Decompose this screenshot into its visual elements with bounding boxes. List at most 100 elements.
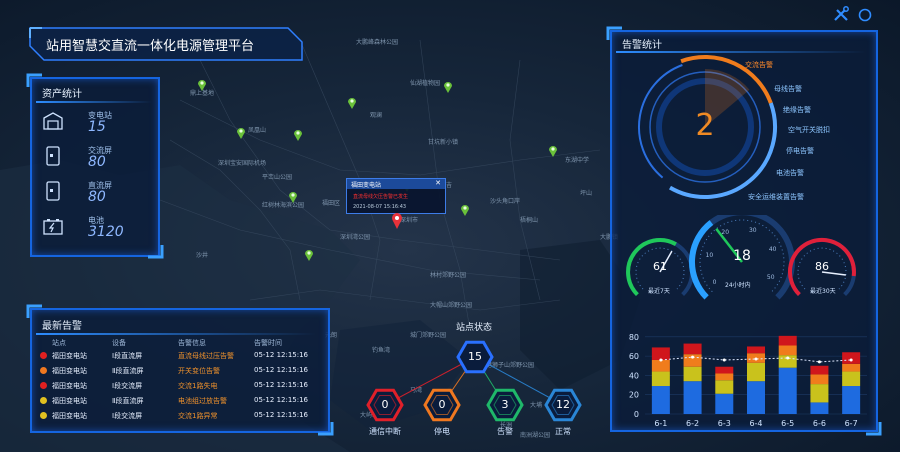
trend-point <box>659 358 663 362</box>
map-place-label: 观澜 <box>370 112 383 119</box>
map-pin-icon[interactable] <box>288 190 298 204</box>
map-pin-icon[interactable] <box>347 96 357 110</box>
map-place-label: 沙井 <box>196 252 209 259</box>
gauge-value: 86 <box>815 260 829 273</box>
status-label: 告警 <box>497 427 513 436</box>
map-pin-icon[interactable] <box>197 78 207 92</box>
map-pin-icon[interactable] <box>548 144 558 158</box>
bar-segment[interactable] <box>715 373 734 381</box>
station-status-graphic <box>366 340 582 422</box>
x-tick-label: 6-4 <box>749 419 762 428</box>
x-tick-label: 6-3 <box>718 419 731 428</box>
close-icon[interactable]: ✕ <box>435 179 441 187</box>
bar-segment[interactable] <box>747 381 765 414</box>
map-pin-icon[interactable] <box>443 80 453 94</box>
alarm-device[interactable]: Ⅱ段直流屏 <box>112 396 143 406</box>
bar-segment[interactable] <box>810 374 829 385</box>
alarm-device[interactable]: Ⅱ段直流屏 <box>112 366 143 376</box>
power-icon[interactable] <box>857 7 873 23</box>
alarm-device[interactable]: Ⅰ段交流屏 <box>112 381 142 391</box>
bar-segment[interactable] <box>842 352 861 364</box>
y-tick-label: 20 <box>629 391 639 400</box>
map-place-label: 深圳湾公园 <box>340 234 371 241</box>
alarm-info[interactable]: 交流1路失电 <box>178 381 217 391</box>
trend-point <box>722 358 726 362</box>
alarm-category-label: 电池告警 <box>776 169 804 177</box>
alarm-site[interactable]: 福田变电站 <box>52 381 87 391</box>
alarm-category-label: 空气开关脱扣 <box>788 126 830 134</box>
gauge-tick: 30 <box>748 226 757 234</box>
x-tick-label: 6-6 <box>813 419 826 428</box>
divider <box>36 101 152 103</box>
substation-icon <box>43 112 63 130</box>
map-pin-icon[interactable] <box>460 203 470 217</box>
alarm-site[interactable]: 福田变电站 <box>52 411 87 421</box>
bar-segment[interactable] <box>651 359 670 372</box>
alarm-info[interactable]: 交流1路异常 <box>178 411 217 421</box>
asset-value: 80 <box>88 189 106 205</box>
gauge-label: 24小时内 <box>725 282 751 289</box>
bar-segment[interactable] <box>842 363 861 372</box>
bar-segment[interactable] <box>842 386 861 414</box>
bar-segment[interactable] <box>683 381 702 414</box>
map-place-label: 林村郊野公园 <box>430 272 467 279</box>
alarm-time[interactable]: 05-12 12:15:16 <box>254 351 308 359</box>
alarm-info[interactable]: 直流母线过压告警 <box>178 351 234 361</box>
battery-icon <box>43 219 63 235</box>
map-place-label: 坪山 <box>580 190 593 197</box>
bar-segment[interactable] <box>842 371 861 387</box>
station-marker-icon[interactable] <box>390 212 404 230</box>
alarm-site[interactable]: 福田变电站 <box>52 396 87 406</box>
alarm-info[interactable]: 开关变位告警 <box>178 366 220 376</box>
status-total-value: 15 <box>468 350 482 363</box>
x-tick-label: 6-5 <box>781 419 794 428</box>
bar-segment[interactable] <box>810 384 829 403</box>
ac-panel-icon <box>46 146 60 166</box>
map-place-label: 平峦山公园 <box>262 174 293 181</box>
bar-segment[interactable] <box>715 393 734 414</box>
y-tick-label: 80 <box>629 333 639 342</box>
bar-segment[interactable] <box>778 345 797 356</box>
gauge-tick: 40 <box>768 246 777 254</box>
trend-point <box>691 355 695 359</box>
bar-segment[interactable] <box>778 335 797 346</box>
alarm-time[interactable]: 05-12 12:15:16 <box>254 381 308 389</box>
severity-dot <box>40 367 47 374</box>
alarm-category-label: 交流告警 <box>745 61 773 69</box>
bar-segment[interactable] <box>683 366 702 382</box>
map-pin-icon[interactable] <box>236 126 246 140</box>
bar-segment[interactable] <box>778 367 797 414</box>
alarm-site[interactable]: 福田变电站 <box>52 366 87 376</box>
map-place-label: 福田区 <box>322 200 341 207</box>
bar-segment[interactable] <box>810 402 829 414</box>
bar-segment[interactable] <box>651 386 670 414</box>
bar-segment[interactable] <box>651 347 670 360</box>
bar-segment[interactable] <box>651 371 670 387</box>
bar-segment[interactable] <box>683 343 702 355</box>
map-pin-icon[interactable] <box>304 248 314 262</box>
alarm-device[interactable]: Ⅰ段直流屏 <box>112 351 142 361</box>
bar-segment[interactable] <box>715 366 734 374</box>
alarm-time[interactable]: 05-12 12:15:16 <box>254 366 308 374</box>
alarm-category-label: 绝缘告警 <box>783 106 811 114</box>
bar-segment[interactable] <box>810 365 829 375</box>
wrench-screwdriver-icon[interactable] <box>833 6 849 22</box>
alarm-device[interactable]: Ⅰ段交流屏 <box>112 411 142 421</box>
map-place-label: 深圳宝安国际机场 <box>218 160 267 167</box>
severity-dot <box>40 397 47 404</box>
popup-time: 2021-08-07 15:16:43 <box>353 204 407 210</box>
x-tick-label: 6-2 <box>686 419 699 428</box>
bar-segment[interactable] <box>715 380 734 394</box>
bar-segment[interactable] <box>747 346 765 354</box>
x-tick-label: 6-7 <box>845 419 858 428</box>
bar-segment[interactable] <box>747 362 765 382</box>
alarm-time[interactable]: 05-12 12:15:16 <box>254 396 308 404</box>
alarm-site[interactable]: 福田变电站 <box>52 351 87 361</box>
gauge-fill <box>688 220 714 300</box>
map-pin-icon[interactable] <box>293 128 303 142</box>
alarm-time[interactable]: 05-12 12:15:16 <box>254 411 308 419</box>
status-value: 0 <box>438 398 446 411</box>
column-header: 设备 <box>112 339 126 347</box>
status-value: 3 <box>501 398 509 411</box>
alarm-info[interactable]: 电池组过放告警 <box>178 396 227 406</box>
